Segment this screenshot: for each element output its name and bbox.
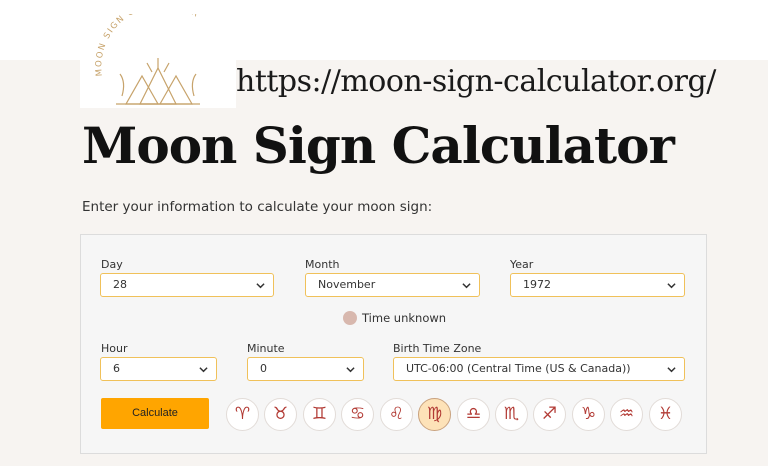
scorpio-icon: ♏ bbox=[503, 404, 520, 424]
month-label: Month bbox=[305, 258, 340, 271]
chevron-down-icon bbox=[256, 283, 265, 289]
logo-text: MOON SIGN CALCULATOR bbox=[94, 14, 199, 77]
libra-icon: ♎ bbox=[465, 404, 482, 424]
zodiac-taurus-button[interactable]: ♉ bbox=[264, 398, 297, 431]
hour-label: Hour bbox=[101, 342, 128, 355]
leo-icon: ♌ bbox=[388, 404, 405, 424]
zodiac-gemini-button[interactable]: ♊ bbox=[303, 398, 336, 431]
day-label: Day bbox=[101, 258, 123, 271]
zodiac-leo-button[interactable]: ♌ bbox=[380, 398, 413, 431]
chevron-down-icon bbox=[667, 367, 676, 373]
gemini-icon: ♊ bbox=[311, 404, 328, 424]
time-unknown-label: Time unknown bbox=[362, 311, 447, 325]
year-value: 1972 bbox=[523, 278, 551, 291]
zodiac-sagittarius-button[interactable]: ♐ bbox=[533, 398, 566, 431]
site-logo[interactable]: MOON SIGN CALCULATOR bbox=[80, 14, 236, 108]
zodiac-virgo-button[interactable]: ♍ bbox=[418, 398, 451, 431]
timezone-value: UTC-06:00 (Central Time (US & Canada)) bbox=[406, 362, 631, 375]
hour-value: 6 bbox=[113, 362, 120, 375]
minute-value: 0 bbox=[260, 362, 267, 375]
timezone-label: Birth Time Zone bbox=[393, 342, 482, 355]
intro-text: Enter your information to calculate your… bbox=[82, 199, 433, 215]
sagittarius-icon: ♐ bbox=[541, 404, 558, 424]
time-unknown-toggle[interactable]: Time unknown bbox=[343, 311, 446, 325]
day-select[interactable]: 28 bbox=[100, 273, 274, 297]
month-value: November bbox=[318, 278, 376, 291]
year-label: Year bbox=[510, 258, 534, 271]
chevron-down-icon bbox=[667, 283, 676, 289]
minute-label: Minute bbox=[247, 342, 285, 355]
logo-graphic: MOON SIGN CALCULATOR bbox=[94, 14, 201, 105]
calculate-button[interactable]: Calculate bbox=[101, 398, 209, 429]
zodiac-aries-button[interactable]: ♈ bbox=[226, 398, 259, 431]
zodiac-aquarius-button[interactable]: ♒ bbox=[610, 398, 643, 431]
cancer-icon: ♋ bbox=[349, 404, 366, 424]
site-url[interactable]: https://moon-sign-calculator.org/ bbox=[236, 64, 716, 99]
zodiac-cancer-button[interactable]: ♋ bbox=[341, 398, 374, 431]
year-select[interactable]: 1972 bbox=[510, 273, 685, 297]
aquarius-icon: ♒ bbox=[618, 404, 635, 424]
page-title: Moon Sign Calculator bbox=[82, 116, 675, 175]
chevron-down-icon bbox=[199, 367, 208, 373]
taurus-icon: ♉ bbox=[272, 404, 289, 424]
chevron-down-icon bbox=[462, 283, 471, 289]
virgo-icon: ♍ bbox=[426, 404, 443, 424]
minute-select[interactable]: 0 bbox=[247, 357, 364, 381]
chevron-down-icon bbox=[346, 367, 355, 373]
toggle-radio[interactable] bbox=[343, 311, 357, 325]
zodiac-pisces-button[interactable]: ♓ bbox=[649, 398, 682, 431]
zodiac-capricorn-button[interactable]: ♑ bbox=[572, 398, 605, 431]
capricorn-icon: ♑ bbox=[580, 404, 597, 424]
timezone-select[interactable]: UTC-06:00 (Central Time (US & Canada)) bbox=[393, 357, 685, 381]
zodiac-scorpio-button[interactable]: ♏ bbox=[495, 398, 528, 431]
aries-icon: ♈ bbox=[234, 404, 251, 424]
hour-select[interactable]: 6 bbox=[100, 357, 217, 381]
pisces-icon: ♓ bbox=[657, 404, 674, 424]
month-select[interactable]: November bbox=[305, 273, 480, 297]
day-value: 28 bbox=[113, 278, 127, 291]
zodiac-libra-button[interactable]: ♎ bbox=[457, 398, 490, 431]
svg-text:MOON SIGN CALCULATOR: MOON SIGN CALCULATOR bbox=[94, 14, 201, 77]
